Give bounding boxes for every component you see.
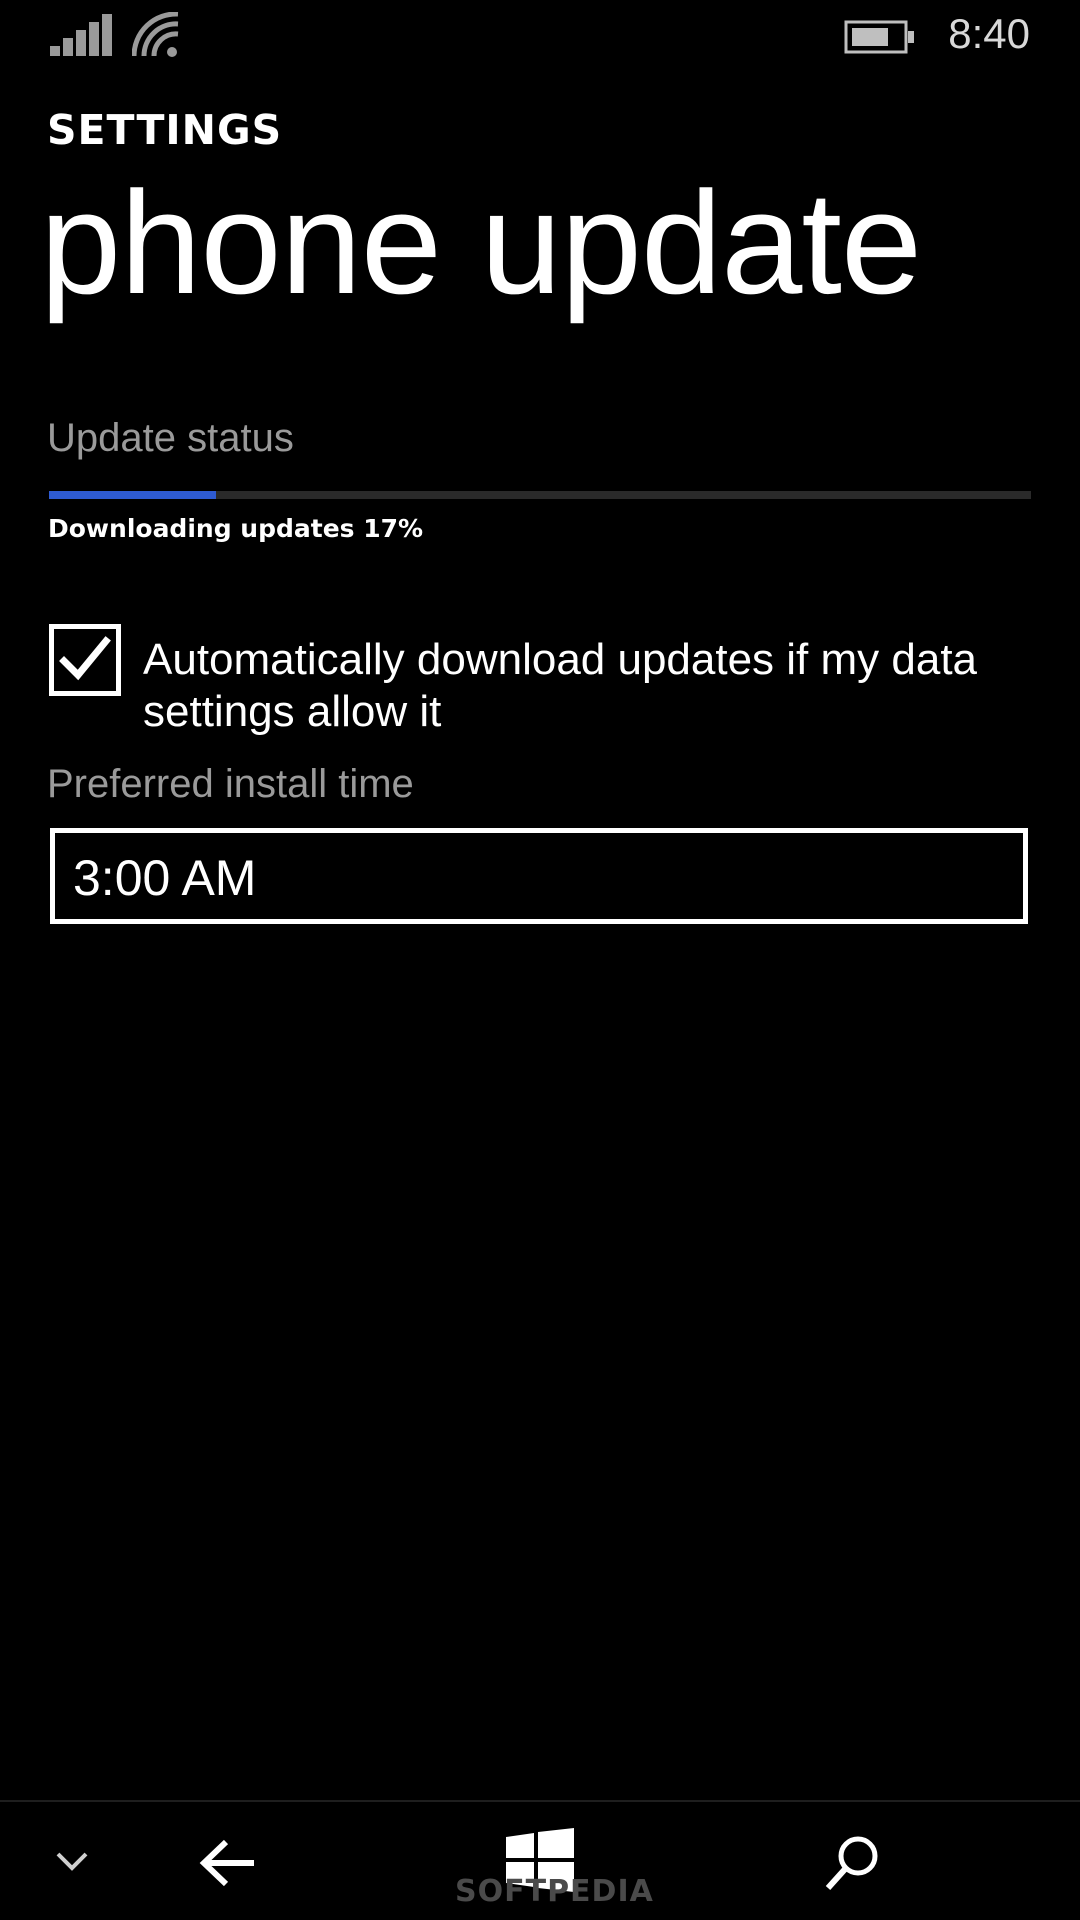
update-progress-text: Downloading updates 17% xyxy=(48,514,424,543)
update-status-label: Update status xyxy=(47,416,294,460)
battery-icon xyxy=(844,20,914,54)
page-title: phone update xyxy=(40,161,922,324)
install-time-picker[interactable]: 3:00 AM xyxy=(50,828,1028,924)
search-icon[interactable] xyxy=(824,1834,882,1892)
install-time-value: 3:00 AM xyxy=(73,850,257,906)
auto-download-label: Automatically download updates if my dat… xyxy=(143,635,978,736)
back-arrow-icon[interactable] xyxy=(198,1838,258,1888)
install-time-label: Preferred install time xyxy=(47,762,414,806)
auto-download-option[interactable]: Automatically download updates if my dat… xyxy=(49,624,1059,744)
status-clock: 8:40 xyxy=(948,10,1030,57)
signal-icon xyxy=(50,14,112,56)
watermark: SOFTPEDIA xyxy=(455,1874,654,1909)
auto-download-checkbox[interactable] xyxy=(49,624,121,696)
wifi-icon xyxy=(132,12,179,57)
update-progress-bar xyxy=(49,491,1031,499)
section-title: SETTINGS xyxy=(47,106,283,154)
update-progress-fill xyxy=(49,491,216,499)
status-bar: 8:40 xyxy=(0,0,1080,72)
checkmark-icon xyxy=(59,636,111,681)
chevron-down-icon[interactable] xyxy=(52,1846,92,1876)
